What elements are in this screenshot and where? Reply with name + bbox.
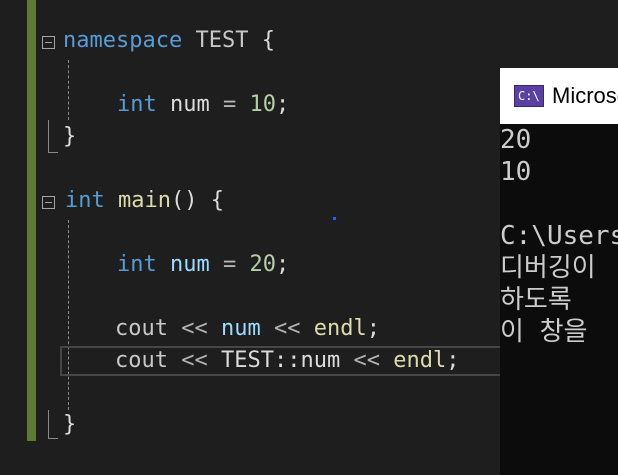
endl: endl (313, 316, 367, 341)
console-output-line: 20 (500, 125, 532, 155)
scoped-variable: TEST::num (220, 348, 341, 373)
fold-guide (48, 410, 49, 438)
number-literal: 10 (249, 92, 277, 117)
endl: endl (393, 348, 447, 373)
console-output-line: C:\Users (500, 221, 618, 251)
cout: cout (115, 316, 168, 341)
number-literal: 20 (249, 252, 277, 277)
stream-operator: << (353, 348, 380, 373)
variable-num: num (170, 92, 210, 117)
console-output-line: 10 (500, 157, 532, 187)
code-line-main[interactable]: int main() { (65, 185, 224, 217)
change-indicator-bar (27, 0, 36, 441)
indent-guide (68, 220, 69, 410)
assign-operator: = (223, 252, 237, 277)
code-line-main-close[interactable]: } (63, 409, 76, 441)
close-brace: } (63, 124, 77, 149)
console-app-icon: C:\ (514, 85, 544, 107)
collapse-main-icon[interactable] (42, 196, 55, 209)
debug-console-window[interactable]: C:\ Microsoft Visual Studio 디버그 콘솔 20 10… (500, 68, 618, 475)
console-icon-label: C:\ (518, 89, 540, 103)
code-line-cout-2[interactable]: cout << TEST::num << endl; (115, 345, 459, 377)
console-output-line: 디버깅이 (500, 253, 596, 283)
code-line-namespace[interactable]: namespace TEST { (63, 25, 275, 57)
semicolon: ; (276, 92, 290, 117)
assign-operator: = (223, 92, 237, 117)
type-int: int (65, 188, 105, 213)
type-int: int (117, 92, 157, 117)
open-brace: { (210, 188, 224, 213)
text-caret (333, 217, 336, 220)
open-brace: { (261, 28, 275, 53)
fold-guide-end (48, 438, 58, 439)
fold-guide (48, 120, 49, 152)
code-line-main-var[interactable]: int num = 20; (117, 249, 289, 281)
console-output-line: 하도록 (500, 285, 588, 315)
variable-num: num (170, 252, 210, 277)
type-int: int (117, 252, 157, 277)
console-titlebar[interactable]: C:\ Microsoft Visual Studio 디버그 콘솔 (500, 68, 618, 124)
stream-operator: << (181, 316, 208, 341)
parens: () (170, 188, 198, 213)
fold-guide-end (48, 152, 58, 153)
code-line-ns-close[interactable]: } (63, 121, 76, 153)
namespace-name: TEST (195, 28, 249, 53)
indent-guide (68, 60, 69, 120)
stream-operator: << (181, 348, 208, 373)
stream-operator: << (273, 316, 301, 341)
semicolon: ; (276, 252, 290, 277)
keyword-namespace: namespace (63, 28, 183, 53)
collapse-namespace-icon[interactable] (42, 36, 55, 49)
semicolon: ; (366, 316, 380, 341)
code-line-ns-var[interactable]: int num = 10; (117, 89, 289, 121)
code-line-cout-1[interactable]: cout << num << endl; (115, 313, 380, 345)
function-main: main (118, 188, 171, 213)
console-output-line: 이 창을 (500, 317, 588, 347)
close-brace: } (63, 412, 77, 437)
cout: cout (115, 348, 168, 373)
semicolon: ; (446, 348, 460, 373)
console-title: Microsoft Visual Studio 디버그 콘솔 (552, 83, 618, 108)
variable-num: num (220, 316, 261, 341)
